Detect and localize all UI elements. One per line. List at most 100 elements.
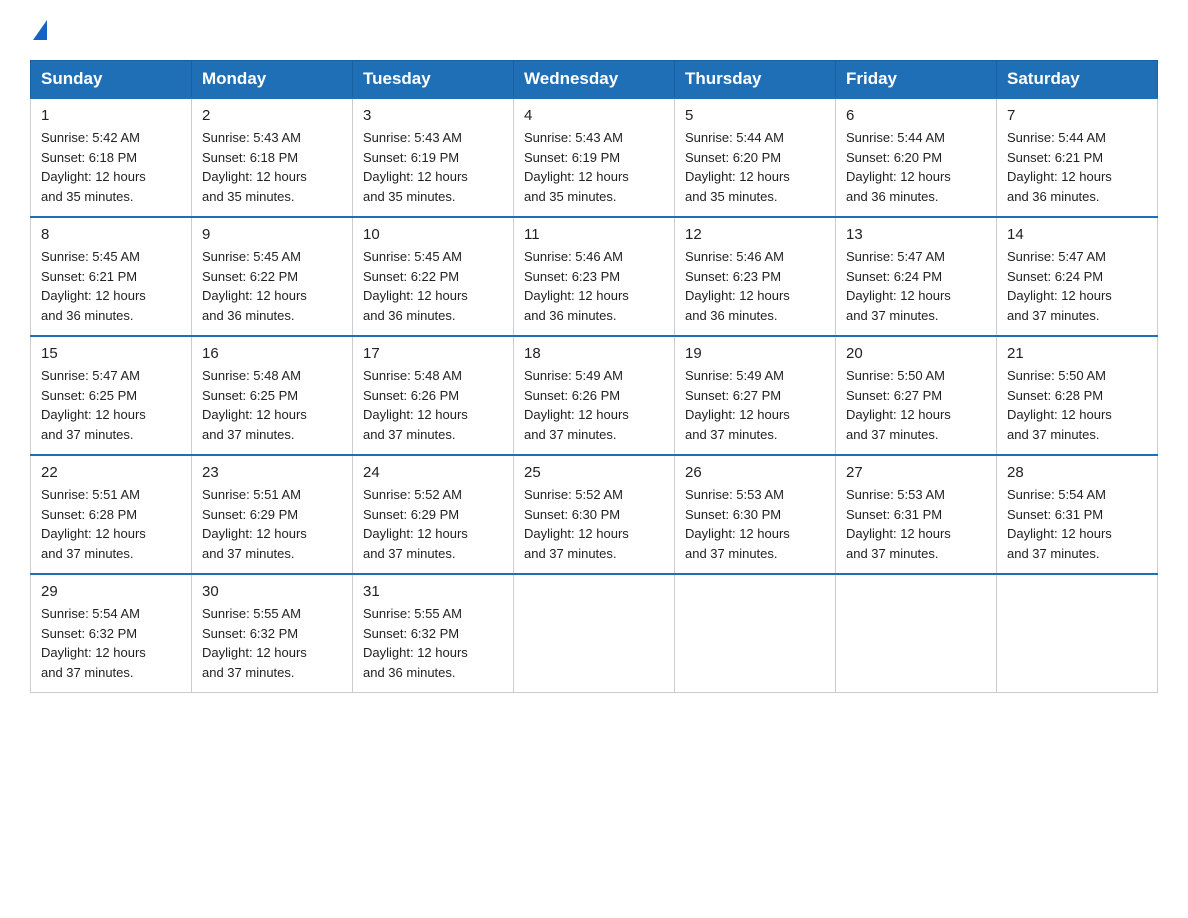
logo-triangle-icon — [33, 20, 47, 40]
day-info: Sunrise: 5:44 AMSunset: 6:20 PMDaylight:… — [685, 128, 825, 206]
header-tuesday: Tuesday — [353, 61, 514, 99]
calendar-cell: 8Sunrise: 5:45 AMSunset: 6:21 PMDaylight… — [31, 217, 192, 336]
day-number: 15 — [41, 345, 181, 362]
day-info: Sunrise: 5:54 AMSunset: 6:32 PMDaylight:… — [41, 604, 181, 682]
header-monday: Monday — [192, 61, 353, 99]
day-number: 25 — [524, 464, 664, 481]
day-info: Sunrise: 5:54 AMSunset: 6:31 PMDaylight:… — [1007, 485, 1147, 563]
header-wednesday: Wednesday — [514, 61, 675, 99]
calendar-header-row: SundayMondayTuesdayWednesdayThursdayFrid… — [31, 61, 1158, 99]
calendar-week-row: 1 Sunrise: 5:42 AMSunset: 6:18 PMDaylight… — [31, 98, 1158, 217]
calendar-cell: 5 Sunrise: 5:44 AMSunset: 6:20 PMDaylight… — [675, 98, 836, 217]
calendar-cell: 7 Sunrise: 5:44 AMSunset: 6:21 PMDaylight… — [997, 98, 1158, 217]
day-number: 20 — [846, 345, 986, 362]
day-number: 9 — [202, 226, 342, 243]
calendar-cell — [836, 574, 997, 693]
day-number: 14 — [1007, 226, 1147, 243]
header-sunday: Sunday — [31, 61, 192, 99]
calendar-cell: 24 Sunrise: 5:52 AMSunset: 6:29 PMDayligh… — [353, 455, 514, 574]
calendar-cell: 11 Sunrise: 5:46 AMSunset: 6:23 PMDayligh… — [514, 217, 675, 336]
day-info: Sunrise: 5:45 AMSunset: 6:22 PMDaylight:… — [202, 247, 342, 325]
day-number: 17 — [363, 345, 503, 362]
calendar-cell: 14 Sunrise: 5:47 AMSunset: 6:24 PMDayligh… — [997, 217, 1158, 336]
day-info: Sunrise: 5:44 AMSunset: 6:20 PMDaylight:… — [846, 128, 986, 206]
logo — [30, 20, 47, 42]
day-info: Sunrise: 5:47 AMSunset: 6:24 PMDaylight:… — [846, 247, 986, 325]
calendar-week-row: 29 Sunrise: 5:54 AMSunset: 6:32 PMDayligh… — [31, 574, 1158, 693]
day-number: 16 — [202, 345, 342, 362]
day-number: 3 — [363, 107, 503, 124]
calendar-cell: 28 Sunrise: 5:54 AMSunset: 6:31 PMDayligh… — [997, 455, 1158, 574]
day-info: Sunrise: 5:42 AMSunset: 6:18 PMDaylight:… — [41, 128, 181, 206]
calendar-cell: 9 Sunrise: 5:45 AMSunset: 6:22 PMDaylight… — [192, 217, 353, 336]
day-number: 21 — [1007, 345, 1147, 362]
day-number: 6 — [846, 107, 986, 124]
calendar-cell — [997, 574, 1158, 693]
day-number: 30 — [202, 583, 342, 600]
calendar-cell: 30Sunrise: 5:55 AMSunset: 6:32 PMDayligh… — [192, 574, 353, 693]
day-info: Sunrise: 5:52 AMSunset: 6:30 PMDaylight:… — [524, 485, 664, 563]
day-number: 13 — [846, 226, 986, 243]
calendar-cell: 18 Sunrise: 5:49 AMSunset: 6:26 PMDayligh… — [514, 336, 675, 455]
day-info: Sunrise: 5:49 AMSunset: 6:26 PMDaylight:… — [524, 366, 664, 444]
header-thursday: Thursday — [675, 61, 836, 99]
day-number: 28 — [1007, 464, 1147, 481]
day-number: 18 — [524, 345, 664, 362]
calendar-cell: 16 Sunrise: 5:48 AMSunset: 6:25 PMDayligh… — [192, 336, 353, 455]
calendar-cell: 21 Sunrise: 5:50 AMSunset: 6:28 PMDayligh… — [997, 336, 1158, 455]
day-number: 22 — [41, 464, 181, 481]
day-info: Sunrise: 5:55 AMSunset: 6:32 PMDaylight:… — [363, 604, 503, 682]
calendar-cell: 25 Sunrise: 5:52 AMSunset: 6:30 PMDayligh… — [514, 455, 675, 574]
day-number: 11 — [524, 226, 664, 243]
calendar-cell: 6 Sunrise: 5:44 AMSunset: 6:20 PMDaylight… — [836, 98, 997, 217]
calendar-week-row: 15Sunrise: 5:47 AMSunset: 6:25 PMDayligh… — [31, 336, 1158, 455]
day-info: Sunrise: 5:48 AMSunset: 6:26 PMDaylight:… — [363, 366, 503, 444]
day-number: 5 — [685, 107, 825, 124]
calendar-cell: 15Sunrise: 5:47 AMSunset: 6:25 PMDayligh… — [31, 336, 192, 455]
day-info: Sunrise: 5:52 AMSunset: 6:29 PMDaylight:… — [363, 485, 503, 563]
day-info: Sunrise: 5:43 AMSunset: 6:19 PMDaylight:… — [524, 128, 664, 206]
day-info: Sunrise: 5:46 AMSunset: 6:23 PMDaylight:… — [685, 247, 825, 325]
day-number: 10 — [363, 226, 503, 243]
calendar-cell — [514, 574, 675, 693]
day-info: Sunrise: 5:45 AMSunset: 6:21 PMDaylight:… — [41, 247, 181, 325]
day-info: Sunrise: 5:44 AMSunset: 6:21 PMDaylight:… — [1007, 128, 1147, 206]
day-number: 12 — [685, 226, 825, 243]
day-number: 1 — [41, 107, 181, 124]
day-info: Sunrise: 5:46 AMSunset: 6:23 PMDaylight:… — [524, 247, 664, 325]
calendar-cell: 22 Sunrise: 5:51 AMSunset: 6:28 PMDayligh… — [31, 455, 192, 574]
day-info: Sunrise: 5:48 AMSunset: 6:25 PMDaylight:… — [202, 366, 342, 444]
day-number: 31 — [363, 583, 503, 600]
day-number: 29 — [41, 583, 181, 600]
calendar-cell: 27 Sunrise: 5:53 AMSunset: 6:31 PMDayligh… — [836, 455, 997, 574]
calendar-week-row: 8Sunrise: 5:45 AMSunset: 6:21 PMDaylight… — [31, 217, 1158, 336]
day-number: 23 — [202, 464, 342, 481]
day-number: 2 — [202, 107, 342, 124]
day-info: Sunrise: 5:53 AMSunset: 6:31 PMDaylight:… — [846, 485, 986, 563]
calendar-cell: 26Sunrise: 5:53 AMSunset: 6:30 PMDayligh… — [675, 455, 836, 574]
day-number: 7 — [1007, 107, 1147, 124]
calendar-cell: 10Sunrise: 5:45 AMSunset: 6:22 PMDayligh… — [353, 217, 514, 336]
day-info: Sunrise: 5:43 AMSunset: 6:18 PMDaylight:… — [202, 128, 342, 206]
calendar-cell: 2 Sunrise: 5:43 AMSunset: 6:18 PMDaylight… — [192, 98, 353, 217]
day-number: 19 — [685, 345, 825, 362]
header-saturday: Saturday — [997, 61, 1158, 99]
day-info: Sunrise: 5:51 AMSunset: 6:28 PMDaylight:… — [41, 485, 181, 563]
day-info: Sunrise: 5:50 AMSunset: 6:28 PMDaylight:… — [1007, 366, 1147, 444]
calendar-cell: 13 Sunrise: 5:47 AMSunset: 6:24 PMDayligh… — [836, 217, 997, 336]
calendar-cell: 4Sunrise: 5:43 AMSunset: 6:19 PMDaylight… — [514, 98, 675, 217]
day-number: 24 — [363, 464, 503, 481]
day-info: Sunrise: 5:51 AMSunset: 6:29 PMDaylight:… — [202, 485, 342, 563]
calendar-cell — [675, 574, 836, 693]
day-number: 27 — [846, 464, 986, 481]
calendar-cell: 31 Sunrise: 5:55 AMSunset: 6:32 PMDayligh… — [353, 574, 514, 693]
calendar-cell: 23 Sunrise: 5:51 AMSunset: 6:29 PMDayligh… — [192, 455, 353, 574]
day-info: Sunrise: 5:47 AMSunset: 6:24 PMDaylight:… — [1007, 247, 1147, 325]
day-info: Sunrise: 5:49 AMSunset: 6:27 PMDaylight:… — [685, 366, 825, 444]
calendar-cell: 29 Sunrise: 5:54 AMSunset: 6:32 PMDayligh… — [31, 574, 192, 693]
calendar-table: SundayMondayTuesdayWednesdayThursdayFrid… — [30, 60, 1158, 693]
calendar-cell: 12 Sunrise: 5:46 AMSunset: 6:23 PMDayligh… — [675, 217, 836, 336]
calendar-cell: 17 Sunrise: 5:48 AMSunset: 6:26 PMDayligh… — [353, 336, 514, 455]
calendar-cell: 1 Sunrise: 5:42 AMSunset: 6:18 PMDaylight… — [31, 98, 192, 217]
day-info: Sunrise: 5:43 AMSunset: 6:19 PMDaylight:… — [363, 128, 503, 206]
